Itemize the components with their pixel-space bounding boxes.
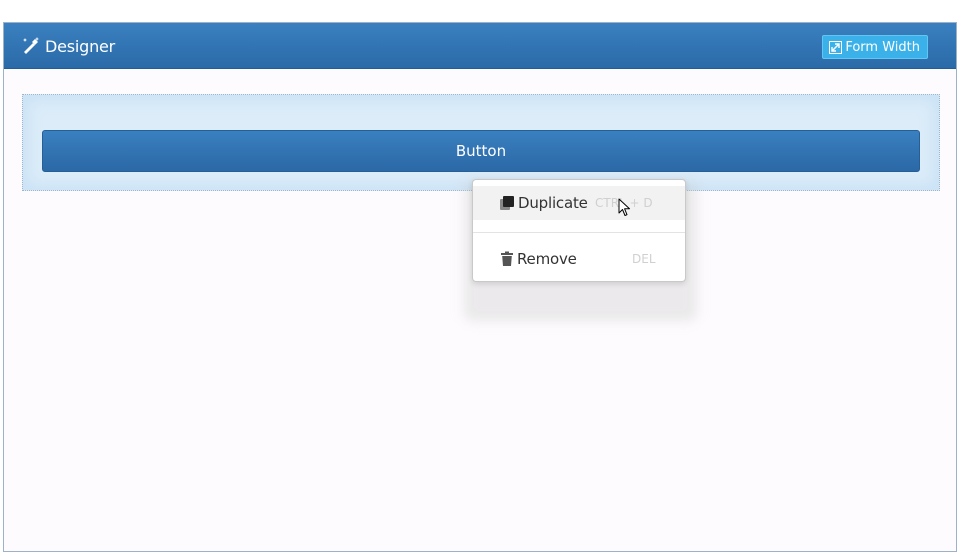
canvas-button-element[interactable]: Button [42,130,920,172]
trash-icon [499,251,515,267]
magic-wand-icon [21,36,41,56]
page: Designer Form Width Button Duplicate CTR… [0,0,961,556]
menu-divider [473,232,685,233]
menu-item-remove-label: Remove [517,250,577,268]
designer-title: Designer [21,35,115,57]
menu-item-remove[interactable]: Remove DEL [473,242,685,276]
designer-header: Designer Form Width [4,23,956,69]
expand-icon [829,40,843,54]
designer-title-text: Designer [45,36,116,56]
designer-panel: Designer Form Width Button Duplicate CTR… [3,22,957,552]
menu-item-remove-shortcut: DEL [632,252,656,266]
copy-icon [499,195,515,211]
mouse-pointer-icon [618,198,632,218]
menu-item-duplicate-label: Duplicate [518,194,588,212]
menu-item-duplicate[interactable]: Duplicate CTRL + D [473,186,685,220]
form-width-button[interactable]: Form Width [822,35,928,59]
form-width-label: Form Width [845,39,920,55]
context-menu: Duplicate CTRL + D Remove DEL [472,179,686,282]
